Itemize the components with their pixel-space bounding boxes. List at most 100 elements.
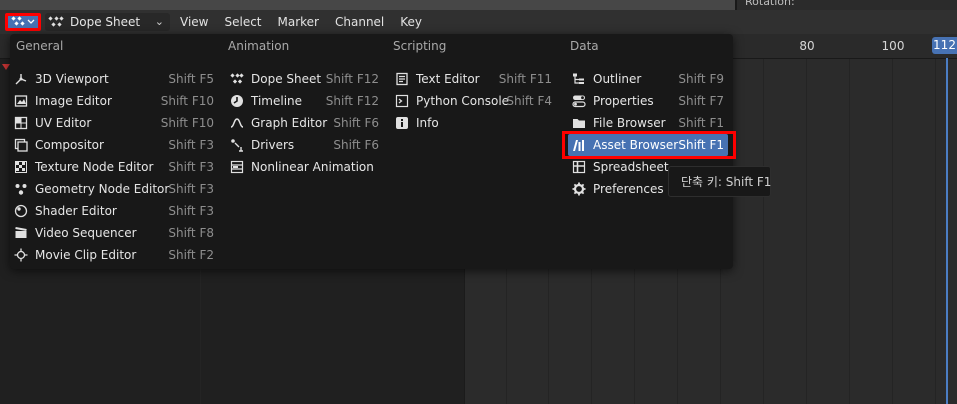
menu-item-label: Dope Sheet [251,72,322,86]
menu-item-movie-clip-editor[interactable]: Movie Clip Editor Shift F2 [10,244,218,266]
menu-item-properties[interactable]: Properties Shift F7 [568,90,728,112]
menu-item-drivers[interactable]: Drivers Shift F6 [226,134,383,156]
menu-item-video-sequencer[interactable]: Video Sequencer Shift F8 [10,222,218,244]
compositor-icon [12,136,30,154]
menu-item-3d-viewport[interactable]: 3D Viewport Shift F5 [10,68,218,90]
menu-item-geometry-node-editor[interactable]: Geometry Node Editor Shift F3 [10,178,218,200]
graph-editor-icon [228,114,246,132]
menu-item-label: Drivers [251,138,295,152]
menu-item-label: Preferences [593,182,664,196]
drivers-icon [228,136,246,154]
info-icon [393,114,411,132]
text-editor-icon [393,70,411,88]
mode-select[interactable]: Dope Sheet ⌄ [45,13,170,31]
menu-item-outliner[interactable]: Outliner Shift F9 [568,68,728,90]
menu-item-label: Timeline [251,94,303,108]
menu-item-shortcut: Shift F3 [168,160,214,174]
menu-item-timeline[interactable]: Timeline Shift F12 [226,90,383,112]
uv-editor-icon [12,114,30,132]
menu-marker[interactable]: Marker [270,15,327,29]
image-editor-icon [12,92,30,110]
menu-bar: View Select Marker Channel Key [172,10,430,34]
python-console-icon [393,92,411,110]
editor-type-button[interactable] [5,13,41,31]
menu-item-label: Compositor [35,138,104,152]
menu-item-shortcut: Shift F9 [678,72,724,86]
video-sequencer-icon [12,224,30,242]
column-title: Animation [228,39,290,53]
movie-clip-icon [12,246,30,264]
menu-item-label: Outliner [593,72,642,86]
current-frame-indicator[interactable]: 112 [932,37,957,54]
menu-item-label: Nonlinear Animation [251,160,374,174]
menu-item-label: Spreadsheet [593,160,669,174]
column-title: Scripting [393,39,447,53]
menu-item-shortcut: Shift F3 [168,204,214,218]
menu-item-label: 3D Viewport [35,72,109,86]
menu-item-label: Python Console [416,94,510,108]
menu-item-shortcut: Shift F11 [498,72,552,86]
menu-item-info[interactable]: Info [391,112,556,134]
menu-item-shader-editor[interactable]: Shader Editor Shift F3 [10,200,218,222]
menu-item-shortcut: Shift F12 [325,94,379,108]
menu-item-texture-node-editor[interactable]: Texture Node Editor Shift F3 [10,156,218,178]
folder-icon [570,114,588,132]
dope-sheet-icon [11,16,25,28]
menu-item-nonlinear-animation[interactable]: Nonlinear Animation [226,156,383,178]
menu-item-label: Texture Node Editor [35,160,154,174]
outliner-icon [570,70,588,88]
menu-item-label: UV Editor [35,116,92,130]
column-title: General [16,39,64,53]
menu-item-label: File Browser [593,116,666,130]
mode-select-label: Dope Sheet [70,15,141,29]
chevron-down-icon [27,19,35,25]
ruler-tick: 100 [881,39,905,53]
menu-item-shortcut: Shift F3 [168,138,214,152]
menu-item-graph-editor[interactable]: Graph Editor Shift F6 [226,112,383,134]
menu-item-label: Image Editor [35,94,112,108]
menu-key[interactable]: Key [392,15,430,29]
grid-line [849,59,850,404]
menu-item-label: Properties [593,94,654,108]
menu-item-shortcut: Shift F2 [168,248,214,262]
menu-item-shortcut: Shift F1 [678,116,724,130]
grid-line [763,59,764,404]
dope-sheet-mode-icon [48,16,64,28]
top-strip: Rotation: [0,0,957,10]
menu-item-text-editor[interactable]: Text Editor Shift F11 [391,68,556,90]
3d-viewport-icon [12,70,30,88]
menu-item-label: Info [416,116,439,130]
menu-item-label: Shader Editor [35,204,117,218]
menu-item-label: Video Sequencer [35,226,137,240]
asset-browser-highlight [562,131,736,159]
grid-line [935,59,936,404]
menu-select[interactable]: Select [216,15,269,29]
menu-item-uv-editor[interactable]: UV Editor Shift F10 [10,112,218,134]
nla-icon [228,158,246,176]
properties-panel: Rotation: [735,0,957,10]
menu-item-dope-sheet[interactable]: Dope Sheet Shift F12 [226,68,383,90]
geometry-node-icon [12,180,30,198]
texture-node-icon [12,158,30,176]
menu-item-shortcut: Shift F7 [678,94,724,108]
column-title: Data [570,39,599,53]
menu-item-shortcut: Shift F4 [506,94,552,108]
menu-view[interactable]: View [172,15,216,29]
shader-editor-icon [12,202,30,220]
menu-item-shortcut: Shift F12 [325,72,379,86]
playhead[interactable] [946,58,948,404]
properties-icon [570,92,588,110]
menu-item-compositor[interactable]: Compositor Shift F3 [10,134,218,156]
menu-item-shortcut: Shift F10 [160,94,214,108]
grid-line [892,59,893,404]
menu-item-image-editor[interactable]: Image Editor Shift F10 [10,90,218,112]
menu-item-python-console[interactable]: Python Console Shift F4 [391,90,556,112]
chevron-down-icon: ⌄ [154,15,164,28]
menu-item-shortcut: Shift F5 [168,72,214,86]
menu-channel[interactable]: Channel [327,15,392,29]
menu-item-shortcut: Shift F6 [333,138,379,152]
menu-item-shortcut: Shift F6 [333,116,379,130]
menu-item-label: Graph Editor [251,116,328,130]
menu-item-label: Geometry Node Editor [35,182,170,196]
rotation-label: Rotation: [745,0,795,8]
